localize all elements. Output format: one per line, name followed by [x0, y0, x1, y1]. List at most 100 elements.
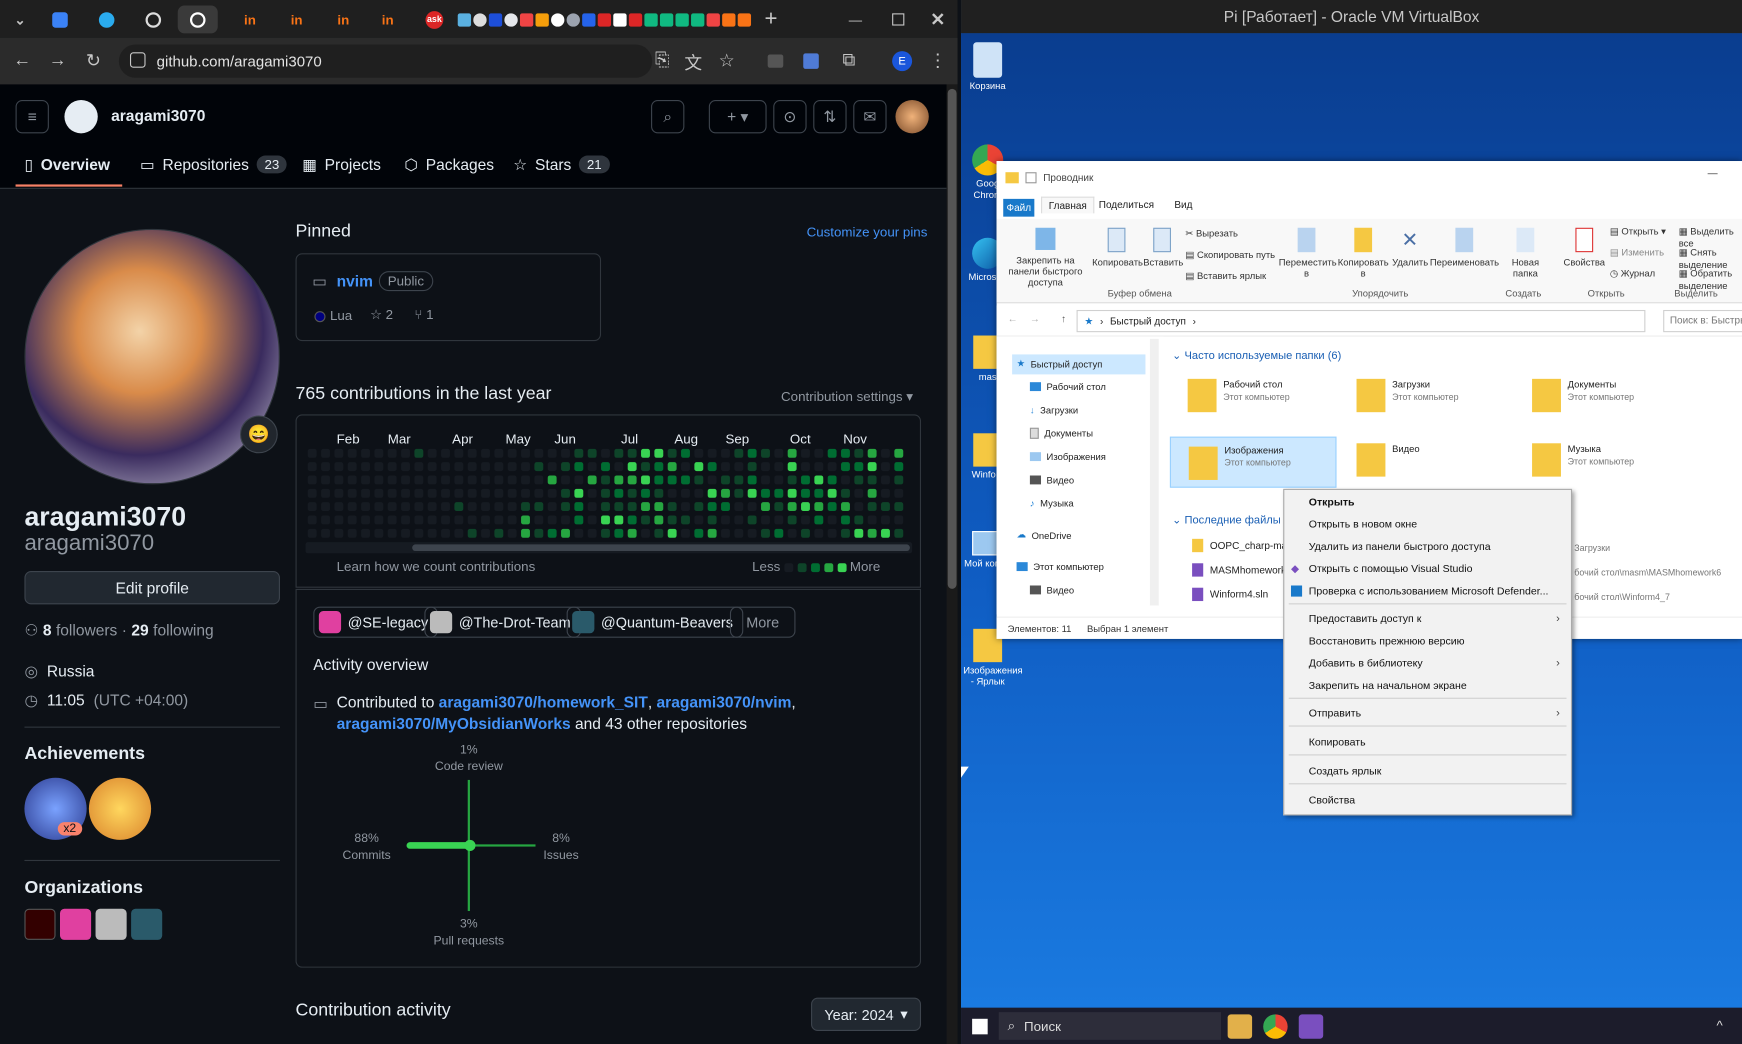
calendar-day-cell[interactable] [507, 448, 517, 458]
calendar-day-cell[interactable] [627, 475, 637, 485]
org-filter-se-legacy[interactable]: @SE-legacy [313, 606, 439, 638]
calendar-day-cell[interactable] [814, 528, 824, 538]
calendar-day-cell[interactable] [774, 515, 784, 525]
calendar-day-cell[interactable] [654, 475, 664, 485]
calendar-day-cell[interactable] [787, 462, 797, 472]
calendar-day-cell[interactable] [547, 475, 557, 485]
calendar-day-cell[interactable] [307, 515, 317, 525]
nav-onedrive[interactable]: ☁ OneDrive [1017, 529, 1072, 541]
calendar-day-cell[interactable] [614, 475, 624, 485]
calendar-day-cell[interactable] [894, 462, 904, 472]
recent-file-3[interactable]: Winform4.sln [1192, 587, 1268, 602]
calendar-day-cell[interactable] [734, 462, 744, 472]
calendar-day-cell[interactable] [707, 462, 717, 472]
tab-3[interactable]: in [322, 6, 364, 34]
menu-item-defender-scan[interactable]: Проверка с использованием Microsoft Defe… [1290, 581, 1548, 601]
calendar-day-cell[interactable] [761, 462, 770, 472]
ribbon-history-button[interactable]: ◷ Журнал [1610, 268, 1655, 280]
calendar-day-cell[interactable] [667, 488, 677, 498]
calendar-day-cell[interactable] [761, 448, 770, 458]
calendar-day-cell[interactable] [854, 488, 864, 498]
calendar-day-cell[interactable] [721, 475, 730, 485]
calendar-day-cell[interactable] [347, 488, 357, 498]
forward-button[interactable]: → [1030, 313, 1040, 324]
calendar-day-cell[interactable] [547, 515, 557, 525]
menu-item-open[interactable]: Открыть [1309, 492, 1355, 512]
calendar-day-cell[interactable] [894, 515, 904, 525]
calendar-day-cell[interactable] [561, 462, 570, 472]
calendar-day-cell[interactable] [547, 502, 557, 512]
calendar-day-cell[interactable] [734, 515, 744, 525]
bookmark-star-icon[interactable]: ☆ [713, 48, 740, 75]
calendar-day-cell[interactable] [894, 488, 904, 498]
calendar-day-cell[interactable] [667, 462, 677, 472]
calendar-day-cell[interactable] [507, 475, 517, 485]
year-dropdown[interactable]: Year: 2024 ▾ [811, 997, 922, 1032]
calendar-day-cell[interactable] [774, 502, 784, 512]
calendar-day-cell[interactable] [414, 502, 424, 512]
calendar-day-cell[interactable] [721, 502, 730, 512]
tab-github[interactable] [138, 6, 169, 34]
customize-pins-link[interactable]: Customize your pins [807, 224, 928, 240]
calendar-day-cell[interactable] [427, 488, 437, 498]
calendar-day-cell[interactable] [801, 488, 810, 498]
calendar-day-cell[interactable] [347, 528, 357, 538]
calendar-day-cell[interactable] [641, 515, 650, 525]
calendar-day-cell[interactable] [587, 475, 597, 485]
calendar-day-cell[interactable] [521, 515, 530, 525]
calendar-day-cell[interactable] [747, 488, 757, 498]
calendar-day-cell[interactable] [814, 475, 824, 485]
calendar-day-cell[interactable] [787, 448, 797, 458]
calendar-day-cell[interactable] [601, 528, 610, 538]
calendar-day-cell[interactable] [441, 475, 450, 485]
calendar-day-cell[interactable] [441, 528, 450, 538]
calendar-day-cell[interactable] [521, 475, 530, 485]
user-avatar[interactable] [895, 99, 929, 134]
calendar-day-cell[interactable] [534, 448, 544, 458]
calendar-day-cell[interactable] [681, 502, 690, 512]
calendar-day-cell[interactable] [427, 515, 437, 525]
calendar-day-cell[interactable] [587, 502, 597, 512]
calendar-day-cell[interactable] [694, 515, 704, 525]
calendar-day-cell[interactable] [854, 515, 864, 525]
calendar-day-cell[interactable] [787, 488, 797, 498]
calendar-day-cell[interactable] [681, 515, 690, 525]
calendar-day-cell[interactable] [787, 528, 797, 538]
calendar-day-cell[interactable] [894, 502, 904, 512]
desktop-icon-recycle-bin[interactable]: Корзина [963, 42, 1012, 91]
calendar-day-cell[interactable] [587, 488, 597, 498]
calendar-day-cell[interactable] [347, 462, 357, 472]
calendar-day-cell[interactable] [521, 502, 530, 512]
calendar-day-cell[interactable] [694, 488, 704, 498]
calendar-day-cell[interactable] [601, 475, 610, 485]
calendar-day-cell[interactable] [761, 528, 770, 538]
calendar-day-cell[interactable] [547, 462, 557, 472]
calendar-day-cell[interactable] [881, 515, 890, 525]
calendar-day-cell[interactable] [334, 488, 344, 498]
calendar-day-cell[interactable] [854, 448, 864, 458]
calendar-day-cell[interactable] [721, 448, 730, 458]
calendar-day-cell[interactable] [827, 502, 837, 512]
calendar-day-cell[interactable] [801, 528, 810, 538]
folder-pictures-selected[interactable]: Изображения Этот компьютер [1169, 436, 1337, 488]
calendar-day-cell[interactable] [334, 462, 344, 472]
calendar-day-cell[interactable] [667, 475, 677, 485]
nav-downloads[interactable]: ↓ Загрузки [1030, 404, 1078, 415]
org-avatar-3[interactable] [95, 908, 127, 940]
install-icon[interactable]: ⎘ [649, 48, 676, 75]
org-avatar-1[interactable] [24, 908, 56, 940]
calendar-day-cell[interactable] [894, 528, 904, 538]
calendar-day-cell[interactable] [561, 488, 570, 498]
calendar-day-cell[interactable] [734, 475, 744, 485]
ribbon-copy-path-button[interactable]: ▤ Скопировать путь [1185, 249, 1275, 261]
nav-pictures[interactable]: Изображения [1029, 451, 1106, 462]
folder-desktop[interactable]: Рабочий стол Этот компьютер [1183, 377, 1350, 421]
calendar-day-cell[interactable] [881, 448, 890, 458]
calendar-day-cell[interactable] [307, 502, 317, 512]
calendar-day-cell[interactable] [627, 515, 637, 525]
inbox-icon[interactable]: ✉ [853, 99, 887, 134]
calendar-day-cell[interactable] [321, 488, 330, 498]
calendar-day-cell[interactable] [307, 448, 317, 458]
tab-4[interactable]: in [367, 6, 409, 34]
calendar-day-cell[interactable] [694, 528, 704, 538]
